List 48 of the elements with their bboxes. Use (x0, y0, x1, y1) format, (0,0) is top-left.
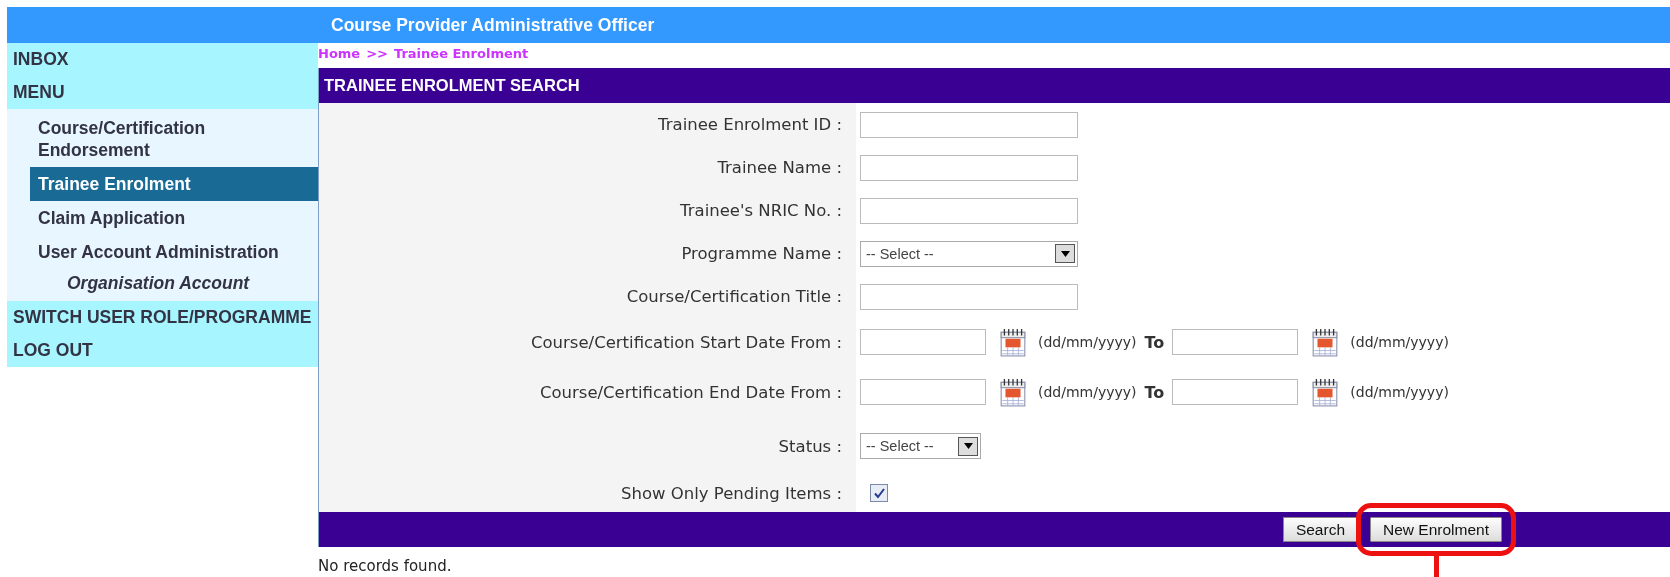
calendar-icon[interactable] (1000, 377, 1026, 407)
calendar-icon[interactable] (1000, 327, 1026, 357)
input-field[interactable] (860, 111, 1078, 138)
field-label: Show Only Pending Items : (621, 483, 842, 503)
caret-icon (963, 443, 973, 449)
menu-item[interactable]: Claim Application (30, 201, 318, 235)
input-field[interactable] (860, 283, 1078, 310)
calendar-icon[interactable] (1312, 377, 1339, 407)
menu-item[interactable]: INBOX (7, 43, 318, 76)
field-label: Course/Certification End Date From : (539, 382, 842, 402)
menu-item[interactable]: MENU (7, 76, 318, 109)
calendar-icon[interactable] (1312, 327, 1339, 357)
menu-item[interactable]: Organisation Account (59, 269, 318, 297)
to-label: To (1144, 382, 1165, 402)
date-field[interactable] (1172, 379, 1299, 405)
field-label: Course/Certification Start Date From : (530, 332, 842, 352)
header-title: Course Provider Administrative Officer (331, 14, 655, 37)
to-label: To (1144, 332, 1165, 352)
input-field[interactable] (860, 197, 1078, 224)
field-label: Trainee Name : (717, 158, 842, 177)
menu-item[interactable]: Course/Certification Endorsement (30, 111, 318, 167)
date-field[interactable] (1172, 329, 1299, 355)
field-label: Programme Name : (681, 244, 842, 263)
input-field[interactable] (860, 154, 1078, 181)
status-message: No records found. (318, 557, 452, 575)
select-field[interactable]: -- Select -- (860, 433, 981, 459)
date-format-hint: (dd/mm/yyyy) (1350, 334, 1449, 350)
breadcrumb-link[interactable]: Home (318, 46, 361, 61)
date-field[interactable] (860, 379, 986, 405)
field-label: Trainee's NRIC No. : (680, 201, 842, 220)
checkbox[interactable] (870, 484, 888, 502)
field-label: Trainee Enrolment ID : (658, 115, 842, 134)
date-format-hint: (dd/mm/yyyy) (1038, 334, 1137, 350)
date-field[interactable] (860, 329, 986, 355)
date-format-hint: (dd/mm/yyyy) (1350, 384, 1449, 400)
breadcrumb-separator: >> (366, 46, 388, 61)
menu-item[interactable]: User Account Administration (30, 235, 318, 269)
menu-item[interactable]: SWITCH USER ROLE/PROGRAMME (7, 301, 318, 334)
menu-item[interactable]: Trainee Enrolment (30, 167, 318, 201)
date-format-hint: (dd/mm/yyyy) (1038, 384, 1137, 400)
menu-item[interactable]: LOG OUT (7, 334, 318, 367)
field-label: Course/Certification Title : (626, 287, 842, 306)
select-field[interactable]: -- Select -- (860, 240, 1078, 267)
action-button[interactable]: Search (1282, 517, 1359, 542)
breadcrumb-current: Trainee Enrolment (394, 46, 529, 61)
caret-icon (1060, 250, 1070, 257)
panel-title: TRAINEE ENROLMENT SEARCH (319, 68, 1670, 103)
field-label: Status : (778, 436, 842, 456)
